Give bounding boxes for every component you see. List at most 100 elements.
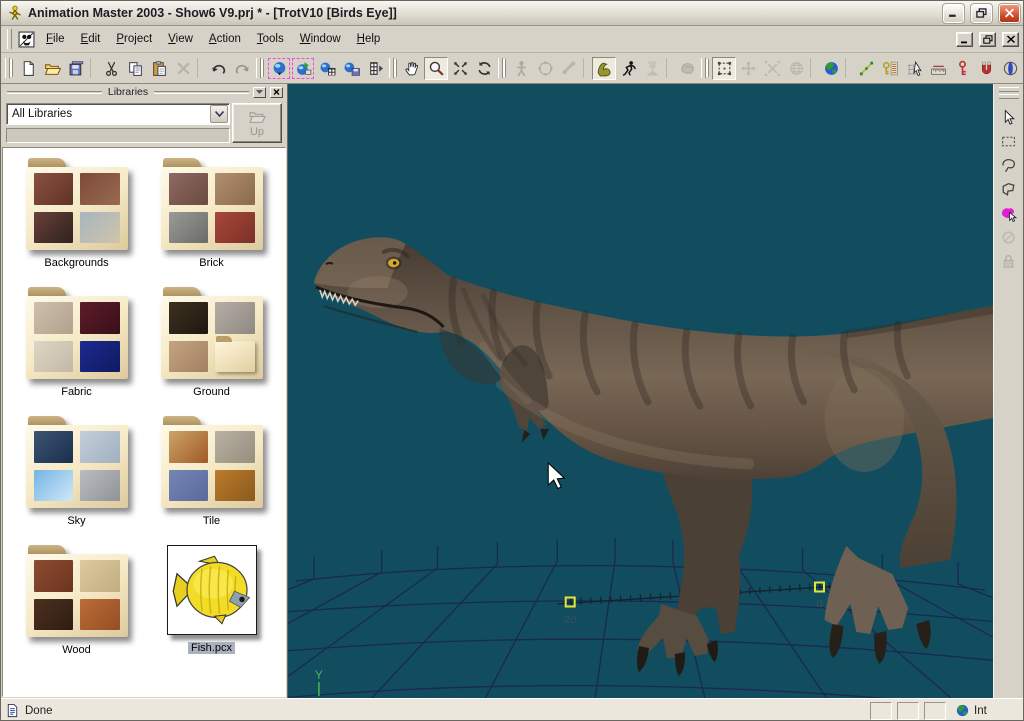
action-mode-button[interactable] — [616, 57, 640, 80]
folder-icon — [161, 416, 263, 508]
snap-magnet-button[interactable] — [974, 57, 998, 80]
select-arrow-button[interactable] — [997, 105, 1021, 129]
y-axis-label: Y — [315, 668, 323, 682]
world-view-button[interactable] — [819, 57, 843, 80]
texture-thumbnail — [80, 302, 120, 334]
folder-icon — [26, 158, 128, 250]
up-button[interactable]: Up — [232, 103, 282, 143]
library-item-brick[interactable]: Brick — [146, 158, 277, 269]
subfolder-thumbnail — [215, 341, 255, 373]
libraries-controls: All Libraries Up — [1, 99, 287, 147]
toolbar-gripper[interactable] — [256, 58, 261, 78]
rect-select-button[interactable] — [997, 129, 1021, 153]
menu-help[interactable]: Help — [350, 30, 388, 48]
close-icon — [1004, 8, 1015, 18]
toolbar-separator — [583, 58, 590, 78]
render-lock-button[interactable] — [291, 57, 315, 80]
texture-thumbnail — [215, 302, 255, 334]
child-close-button[interactable] — [1002, 32, 1019, 47]
library-item-label: Fabric — [58, 386, 95, 398]
panel-close-button[interactable] — [270, 87, 283, 98]
muscle-mode-icon — [679, 60, 696, 77]
panel-rollup-button[interactable] — [253, 87, 266, 98]
cut-button[interactable] — [99, 57, 123, 80]
menu-window[interactable]: Window — [293, 30, 348, 48]
texture-thumbnail — [34, 302, 74, 334]
save-animation-button[interactable] — [339, 57, 363, 80]
library-item-ground[interactable]: Ground — [146, 287, 277, 398]
marker-label-20: 20 — [564, 614, 576, 626]
redo-button — [230, 57, 254, 80]
rotate-mode-icon — [788, 60, 805, 77]
library-item-tile[interactable]: Tile — [146, 416, 277, 527]
make-keyframe-button[interactable] — [950, 57, 974, 80]
menu-view[interactable]: View — [161, 30, 200, 48]
texture-thumbnail — [34, 341, 74, 373]
model-wireframe-button — [533, 57, 557, 80]
mirror-mode-button[interactable] — [998, 57, 1022, 80]
undo-button[interactable] — [206, 57, 230, 80]
save-all-button[interactable] — [64, 57, 88, 80]
new-project-button[interactable] — [16, 57, 40, 80]
copy-button[interactable] — [123, 57, 147, 80]
key-properties-button[interactable] — [878, 57, 902, 80]
menu-edit[interactable]: Edit — [74, 30, 108, 48]
dropdown-arrow-button[interactable] — [210, 105, 228, 123]
move-pan-button[interactable] — [400, 57, 424, 80]
library-item-backgrounds[interactable]: Backgrounds — [11, 158, 142, 269]
play-animation-button[interactable] — [363, 57, 387, 80]
toolbar-gripper[interactable] — [5, 58, 10, 78]
toolbar-gripper[interactable] — [498, 58, 503, 78]
zoom-button[interactable] — [424, 57, 448, 80]
menu-file[interactable]: File — [39, 30, 72, 48]
turn-button[interactable] — [472, 57, 496, 80]
render-mode-button[interactable] — [267, 57, 291, 80]
toolbar-separator — [666, 58, 673, 78]
texture-thumbnail — [169, 302, 209, 334]
toolbar-gripper[interactable] — [389, 58, 394, 78]
zoom-to-fit-button[interactable] — [448, 57, 472, 80]
render-lock-icon — [295, 60, 312, 77]
library-item-wood[interactable]: Wood — [11, 545, 142, 656]
modeling-figure-button — [509, 57, 533, 80]
child-minimize-button[interactable] — [956, 32, 973, 47]
snap-to-grid-button[interactable] — [902, 57, 926, 80]
library-items-grid[interactable]: Backgrounds Brick Fabric GroundSkyTileWoodF… — [2, 147, 286, 697]
document-window-icon — [18, 31, 35, 48]
library-item-label: Backgrounds — [41, 257, 111, 269]
bounding-box-button[interactable] — [712, 57, 736, 80]
library-filter-dropdown[interactable]: All Libraries — [6, 103, 230, 125]
up-button-label: Up — [250, 126, 264, 138]
menu-tools[interactable]: Tools — [250, 30, 291, 48]
key-skeletal-button[interactable] — [854, 57, 878, 80]
side-toolbar-grip[interactable] — [999, 87, 1019, 92]
library-item-fish-pcx[interactable]: Fish.pcx — [146, 545, 277, 656]
undo-icon — [210, 60, 227, 77]
lasso-select-button[interactable] — [997, 153, 1021, 177]
skeletal-mode-button[interactable] — [592, 57, 616, 80]
open-project-button[interactable] — [40, 57, 64, 80]
side-toolbar-grip2[interactable] — [999, 94, 1019, 99]
mirror-mode-icon — [1002, 60, 1019, 77]
toolbar-gripper[interactable] — [701, 58, 706, 78]
menu-action[interactable]: Action — [202, 30, 248, 48]
child-restore-button[interactable] — [979, 32, 996, 47]
cut-icon — [103, 60, 120, 77]
minimize-button[interactable] — [943, 4, 964, 23]
menu-gripper[interactable] — [7, 29, 12, 49]
snap-magnet-icon — [978, 60, 995, 77]
close-button[interactable] — [999, 4, 1020, 23]
patch-select-button[interactable] — [997, 201, 1021, 225]
library-item-fabric[interactable]: Fabric — [11, 287, 142, 398]
texture-thumbnail — [34, 470, 74, 502]
restore-button[interactable] — [971, 4, 992, 23]
menu-project[interactable]: Project — [109, 30, 159, 48]
title-bar[interactable]: Animation Master 2003 - Show6 V9.prj * -… — [1, 1, 1023, 26]
viewport-birds-eye[interactable]: 20 0 Y — [288, 84, 993, 698]
render-to-file-button[interactable] — [315, 57, 339, 80]
measure-ruler-button[interactable] — [926, 57, 950, 80]
texture-thumbnail — [80, 599, 120, 631]
paste-button[interactable] — [147, 57, 171, 80]
library-item-sky[interactable]: Sky — [11, 416, 142, 527]
polygon-select-button[interactable] — [997, 177, 1021, 201]
